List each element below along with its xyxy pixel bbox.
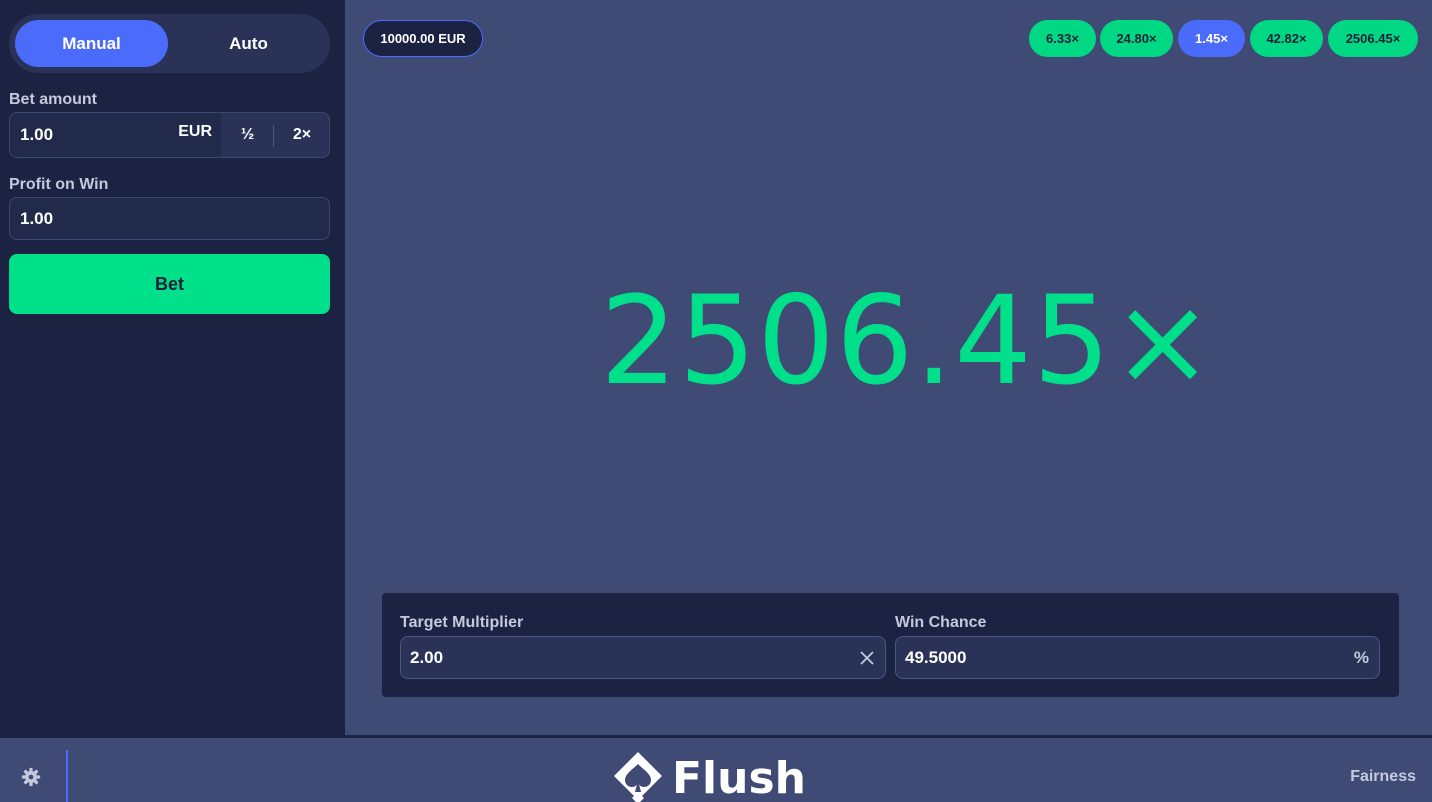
bet-amount-input[interactable]: 1.00 EUR — [10, 113, 221, 157]
profit-on-win-input[interactable]: 1.00 — [9, 197, 330, 240]
profit-on-win-value: 1.00 — [20, 209, 54, 228]
auto-mode-button[interactable]: Auto — [172, 20, 325, 67]
footer-bar: Flush Fairness — [0, 735, 1432, 802]
footer-divider — [66, 750, 68, 802]
target-multiplier-label: Target Multiplier — [400, 614, 524, 631]
game-controls-panel: Target Multiplier 2.00 Win Chance 49.500… — [382, 593, 1399, 697]
bet-currency: EUR — [178, 123, 212, 140]
bet-amount-label: Bet amount — [9, 91, 97, 108]
history-item[interactable]: 42.82× — [1250, 20, 1323, 57]
flush-logo: Flush — [612, 748, 806, 802]
gear-icon[interactable] — [20, 766, 42, 788]
target-multiplier-input[interactable]: 2.00 — [400, 636, 886, 679]
logo-text: Flush — [672, 752, 806, 802]
target-multiplier-value: 2.00 — [410, 648, 444, 667]
profit-on-win-label: Profit on Win — [9, 176, 109, 193]
history-item[interactable]: 6.33× — [1029, 20, 1096, 57]
close-icon[interactable] — [859, 648, 875, 671]
bet-amount-group: 1.00 EUR ½ 2× — [9, 112, 330, 158]
history-item[interactable]: 24.80× — [1100, 20, 1173, 57]
bet-sidebar: Manual Auto Bet amount 1.00 EUR ½ 2× Pro… — [0, 0, 345, 735]
bet-amount-value: 1.00 — [20, 125, 54, 144]
balance-display: 10000.00 EUR — [363, 20, 483, 57]
history-item[interactable]: 2506.45× — [1328, 20, 1418, 57]
win-chance-value: 49.5000 — [905, 648, 967, 667]
double-bet-button[interactable]: 2× — [274, 113, 330, 157]
dice-game-app: Manual Auto Bet amount 1.00 EUR ½ 2× Pro… — [0, 0, 1432, 802]
win-chance-input[interactable]: 49.5000 % — [895, 636, 1380, 679]
result-multiplier: 2506.45× — [600, 270, 1215, 412]
mode-toggle: Manual Auto — [9, 14, 330, 73]
win-chance-label: Win Chance — [895, 614, 987, 631]
fairness-link[interactable]: Fairness — [1350, 768, 1416, 786]
percent-suffix: % — [1353, 648, 1369, 667]
manual-mode-button[interactable]: Manual — [15, 20, 168, 67]
history-item[interactable]: 1.45× — [1178, 20, 1245, 57]
half-bet-button[interactable]: ½ — [221, 113, 274, 157]
bet-button[interactable]: Bet — [9, 254, 330, 314]
spade-diamond-logo-icon — [614, 752, 662, 802]
